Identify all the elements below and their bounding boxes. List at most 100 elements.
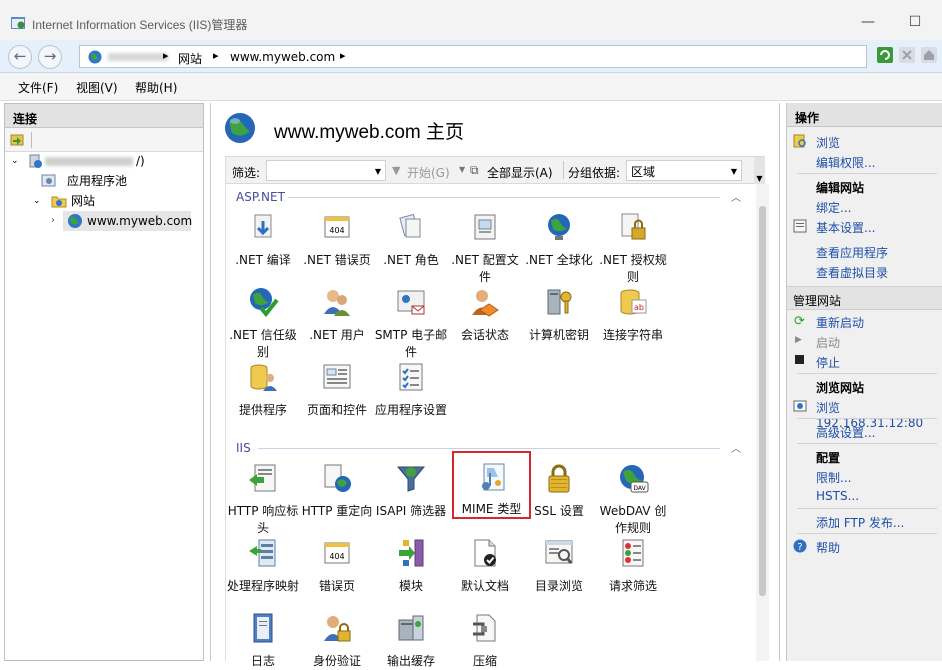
tree-sites[interactable]: ⌄ 网站	[9, 192, 199, 210]
feature-mime-types[interactable]: MIME 类型	[452, 451, 531, 519]
action-limits[interactable]: 限制...	[816, 469, 851, 486]
feature-authentication[interactable]: 身份验证	[300, 612, 374, 670]
filter-bar-overflow[interactable]: ▼	[754, 157, 765, 184]
forward-button[interactable]: →	[38, 45, 62, 69]
feature-error-pages[interactable]: 404 错误页	[300, 537, 374, 595]
action-browse[interactable]: 浏览	[816, 134, 840, 151]
expand-chevron-icon[interactable]: ⌄	[33, 192, 41, 210]
feature-dotnet-users[interactable]: .NET 用户	[300, 286, 374, 344]
action-view-applications[interactable]: 查看应用程序	[816, 244, 888, 261]
feature-handler-mappings[interactable]: 处理程序映射	[226, 537, 300, 595]
feature-http-redirect[interactable]: HTTP 重定向	[300, 462, 374, 520]
output-caching-icon	[398, 615, 424, 641]
feature-dotnet-profile[interactable]: .NET 配置文件	[448, 211, 522, 286]
expand-chevron-icon[interactable]: ⌄	[11, 152, 19, 170]
iis-app-icon	[11, 17, 25, 29]
feature-directory-browsing[interactable]: 目录浏览	[522, 537, 596, 595]
group-header-aspnet[interactable]: ASP.NET	[236, 190, 285, 204]
feature-logging[interactable]: 日志	[226, 612, 300, 670]
feature-session-state[interactable]: 会话状态	[448, 286, 522, 344]
feature-pages-controls[interactable]: 页面和控件	[300, 361, 374, 419]
smtp-email-icon	[397, 290, 425, 315]
feature-request-filtering[interactable]: 请求筛选	[596, 537, 670, 595]
start-filter-button[interactable]: 开始(G)	[407, 164, 450, 181]
action-restart[interactable]: 重新启动	[816, 314, 864, 331]
action-stop[interactable]: 停止	[816, 354, 840, 371]
group-by-select[interactable]: 区域 ▼	[626, 160, 742, 181]
feature-app-settings[interactable]: 应用程序设置	[374, 361, 448, 419]
action-hsts[interactable]: HSTS...	[816, 489, 859, 503]
back-button[interactable]: ←	[8, 45, 32, 69]
stop-icon	[795, 355, 804, 364]
stop-icon[interactable]	[898, 46, 916, 64]
tree-server[interactable]: ⌄ /)	[9, 152, 199, 170]
action-help[interactable]: 帮助	[816, 539, 840, 556]
feature-providers[interactable]: 提供程序	[226, 361, 300, 419]
action-start[interactable]: 启动	[816, 334, 840, 351]
action-advanced-settings[interactable]: 高级设置...	[816, 424, 875, 441]
breadcrumb-site[interactable]: www.myweb.com	[230, 50, 335, 64]
feature-http-headers[interactable]: HTTP 响应标头	[226, 462, 300, 537]
address-bar[interactable]: ▸ 网站 ▸ www.myweb.com ▸	[79, 45, 867, 68]
scrollbar-thumb[interactable]	[759, 206, 766, 596]
feature-label: .NET 配置文件	[451, 253, 519, 284]
feature-dotnet-globalization[interactable]: .NET 全球化	[522, 211, 596, 269]
feature-machine-key[interactable]: 计算机密钥	[522, 286, 596, 344]
globe-icon	[88, 50, 102, 64]
feature-output-caching[interactable]: 输出缓存	[374, 612, 448, 670]
machine-key-icon	[547, 289, 572, 315]
webdav-globe-icon: DAV	[620, 465, 649, 493]
action-bindings[interactable]: 绑定...	[816, 199, 851, 216]
connection-string-icon: ab	[620, 289, 647, 315]
feature-dotnet-roles[interactable]: .NET 角色	[374, 211, 448, 269]
features-scrollbar[interactable]	[756, 184, 769, 661]
feature-label: 模块	[398, 579, 423, 593]
collapse-group-icon[interactable]: ︿	[731, 440, 741, 455]
dropdown-arrow-icon[interactable]: ▼	[459, 165, 465, 174]
feature-connection-strings[interactable]: ab 连接字符串	[596, 286, 670, 344]
feature-dotnet-authorization[interactable]: .NET 授权规则	[596, 211, 670, 286]
action-edit-permissions[interactable]: 编辑权限...	[816, 154, 875, 171]
tree-label-sites: 网站	[71, 194, 96, 208]
collapse-chevron-icon[interactable]: ›	[51, 212, 55, 230]
menu-view[interactable]: 视图(V)	[76, 79, 118, 96]
feature-webdav[interactable]: DAV WebDAV 创作规则	[596, 462, 670, 537]
tree-app-pools[interactable]: 应用程序池	[35, 172, 195, 190]
menu-help[interactable]: 帮助(H)	[135, 79, 177, 96]
tree-site-www[interactable]: › www.myweb.com	[47, 211, 197, 231]
svg-text:404: 404	[329, 226, 344, 235]
show-all-button[interactable]: 全部显示(A)	[487, 164, 553, 181]
maximize-button[interactable]: ☐	[905, 12, 925, 32]
feature-default-document[interactable]: 默认文档	[448, 537, 522, 595]
create-connection-icon[interactable]	[10, 132, 25, 147]
action-add-ftp[interactable]: 添加 FTP 发布...	[816, 514, 904, 531]
refresh-icon[interactable]	[876, 46, 894, 64]
group-header-iis[interactable]: IIS	[236, 441, 251, 455]
feature-label: 连接字符串	[602, 328, 663, 342]
feature-smtp-email[interactable]: SMTP 电子邮件	[374, 286, 448, 361]
action-view-virtual-dirs[interactable]: 查看虚拟目录	[816, 264, 888, 281]
dropdown-arrow-icon: ▼	[730, 167, 737, 176]
feature-dotnet-trust[interactable]: .NET 信任级别	[226, 286, 300, 361]
toolbar-divider	[31, 132, 32, 148]
feature-modules[interactable]: 模块	[374, 537, 448, 595]
ssl-lock-icon	[548, 464, 570, 493]
minimize-button[interactable]: —	[858, 12, 878, 32]
breadcrumb-sites[interactable]: 网站	[178, 50, 202, 67]
feature-label: 目录浏览	[534, 579, 583, 593]
feature-dotnet-error-pages[interactable]: 404 .NET 错误页	[300, 211, 374, 269]
help-icon: ?	[793, 539, 807, 553]
mime-types-icon	[481, 463, 504, 491]
feature-dotnet-compilation[interactable]: .NET 编译	[226, 211, 300, 269]
home-icon[interactable]	[920, 46, 938, 64]
breadcrumb-separator-icon: ▸	[213, 49, 219, 62]
filter-input[interactable]: ▼	[266, 160, 386, 181]
directory-browsing-icon	[545, 540, 573, 564]
action-basic-settings[interactable]: 基本设置...	[816, 219, 875, 236]
actions-panel: 操作 浏览 编辑权限... 编辑网站 绑定... 基本设置... 查看应用程序 …	[786, 103, 942, 661]
feature-compression[interactable]: 压缩	[448, 612, 522, 670]
feature-isapi-filters[interactable]: ISAPI 筛选器	[374, 462, 448, 520]
menu-file[interactable]: 文件(F)	[18, 79, 58, 96]
feature-ssl-settings[interactable]: SSL 设置	[522, 462, 596, 520]
collapse-group-icon[interactable]: ︿	[731, 189, 741, 204]
